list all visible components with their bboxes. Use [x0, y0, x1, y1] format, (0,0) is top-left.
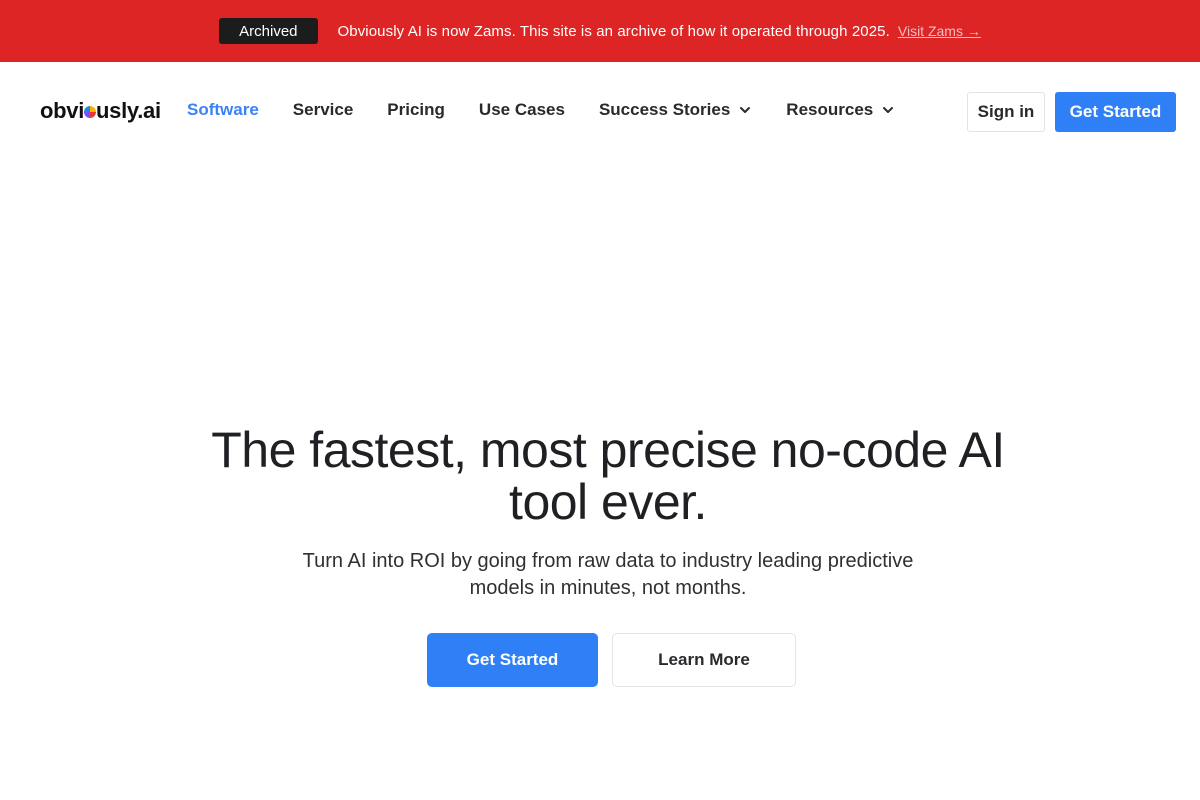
nav-links: Software Service Pricing Use Cases Succe…: [187, 100, 895, 120]
nav-service[interactable]: Service: [293, 100, 354, 120]
nav-get-started-button[interactable]: Get Started: [1055, 92, 1176, 132]
main-nav: obvi usly.ai Software Service Pricing Us…: [0, 62, 1200, 162]
visit-zams-link[interactable]: Visit Zams →: [898, 23, 981, 39]
nav-resources[interactable]: Resources: [786, 100, 895, 120]
chevron-down-icon: [883, 107, 894, 113]
logo-text-suffix: usly.ai: [96, 98, 161, 123]
logo[interactable]: obvi usly.ai: [40, 98, 161, 124]
nav-pricing[interactable]: Pricing: [387, 100, 445, 120]
learn-more-button[interactable]: Learn More: [612, 633, 796, 687]
nav-success-stories-label: Success Stories: [598, 100, 731, 119]
logo-text-prefix: obvi: [40, 98, 85, 123]
chevron-down-icon: [740, 107, 751, 113]
archive-banner: Archived Obviously AI is now Zams. This …: [0, 0, 1200, 62]
nav-software[interactable]: Software: [187, 100, 259, 120]
nav-resources-label: Resources: [786, 100, 874, 119]
hero-buttons: Get Started Learn More: [427, 633, 796, 687]
banner-message: Obviously AI is now Zams. This site is a…: [337, 22, 890, 40]
nav-use-cases[interactable]: Use Cases: [479, 100, 565, 120]
hero-subtitle: Turn AI into ROI by going from raw data …: [302, 550, 914, 599]
nav-success-stories[interactable]: Success Stories: [599, 100, 752, 120]
nav-service-label: Service: [292, 100, 354, 119]
logo-circle-icon: [84, 106, 97, 118]
nav-use-cases-label: Use Cases: [478, 100, 565, 119]
archived-badge: Archived: [219, 18, 318, 44]
nav-pricing-label: Pricing: [387, 100, 445, 119]
sign-in-button[interactable]: Sign in: [967, 92, 1045, 132]
hero-title: The fastest, most precise no-code AI too…: [211, 422, 1005, 530]
hero-get-started-button[interactable]: Get Started: [427, 633, 598, 687]
nav-software-label: Software: [187, 100, 259, 119]
